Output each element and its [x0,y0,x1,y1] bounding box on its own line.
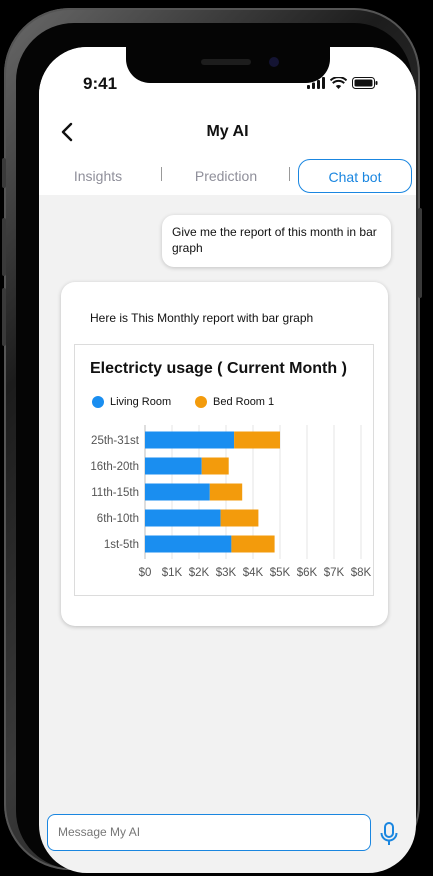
x-tick-label: $2K [189,567,210,579]
tab-chat-bot[interactable]: Chat bot [298,159,412,193]
battery-icon [352,77,378,89]
x-tick-label: $7K [324,567,345,579]
bar-bed-room-1 [220,509,259,527]
x-tick-label: $8K [351,567,372,579]
tab-divider [161,167,162,181]
x-tick-label: $3K [216,567,237,579]
phone-frame: 9:41 My AI Insights Prediction Chat bot … [2,8,422,873]
bar-living-room [145,535,232,553]
phone-bezel: 9:41 My AI Insights Prediction Chat bot … [16,23,416,873]
tab-insights[interactable]: Insights [51,159,145,193]
speaker-grille [201,59,251,65]
mute-switch [2,158,6,188]
microphone-icon[interactable] [379,822,399,846]
bar-living-room [145,509,221,527]
x-tick-label: $5K [270,567,291,579]
bar-bed-room-1 [231,535,275,553]
x-tick-label: $6K [297,567,318,579]
bar-bed-room-1 [201,457,229,475]
tab-divider [289,167,290,181]
user-message-bubble: Give me the report of this month in bar … [162,215,391,267]
bar-bed-room-1 [209,483,243,501]
status-time: 9:41 [83,74,118,93]
bar-living-room [145,457,202,475]
volume-down-button [2,288,6,346]
y-tick-label: 11th-15th [91,487,139,499]
tab-prediction[interactable]: Prediction [179,159,273,193]
bar-bed-room-1 [234,431,280,449]
x-tick-label: $4K [243,567,264,579]
power-button [418,208,422,298]
y-tick-label: 25th-31st [91,435,140,447]
assistant-message-card: Here is This Monthly report with bar gra… [61,282,388,626]
assistant-message-text: Here is This Monthly report with bar gra… [90,311,314,325]
wifi-icon [330,77,347,89]
volume-up-button [2,218,6,276]
x-tick-label: $0 [139,567,152,579]
y-tick-label: 16th-20th [90,461,139,473]
bar-chart: $0 $1K $2K $3K $4K $5K $6K $7K $8K 25th-31st 16th-… [90,425,372,579]
notch [126,47,330,83]
page-title: My AI [206,123,249,140]
x-tick-label: $1K [162,567,183,579]
bar-living-room [145,483,210,501]
front-camera [269,57,279,67]
chart-container: Electricty usage ( Current Month ) Livin… [74,344,374,596]
screen: 9:41 My AI Insights Prediction Chat bot … [39,47,416,873]
message-input[interactable]: Message My AI [47,814,371,851]
bar-living-room [145,431,235,449]
y-tick-label: 6th-10th [97,513,139,525]
y-tick-label: 1st-5th [104,539,139,551]
